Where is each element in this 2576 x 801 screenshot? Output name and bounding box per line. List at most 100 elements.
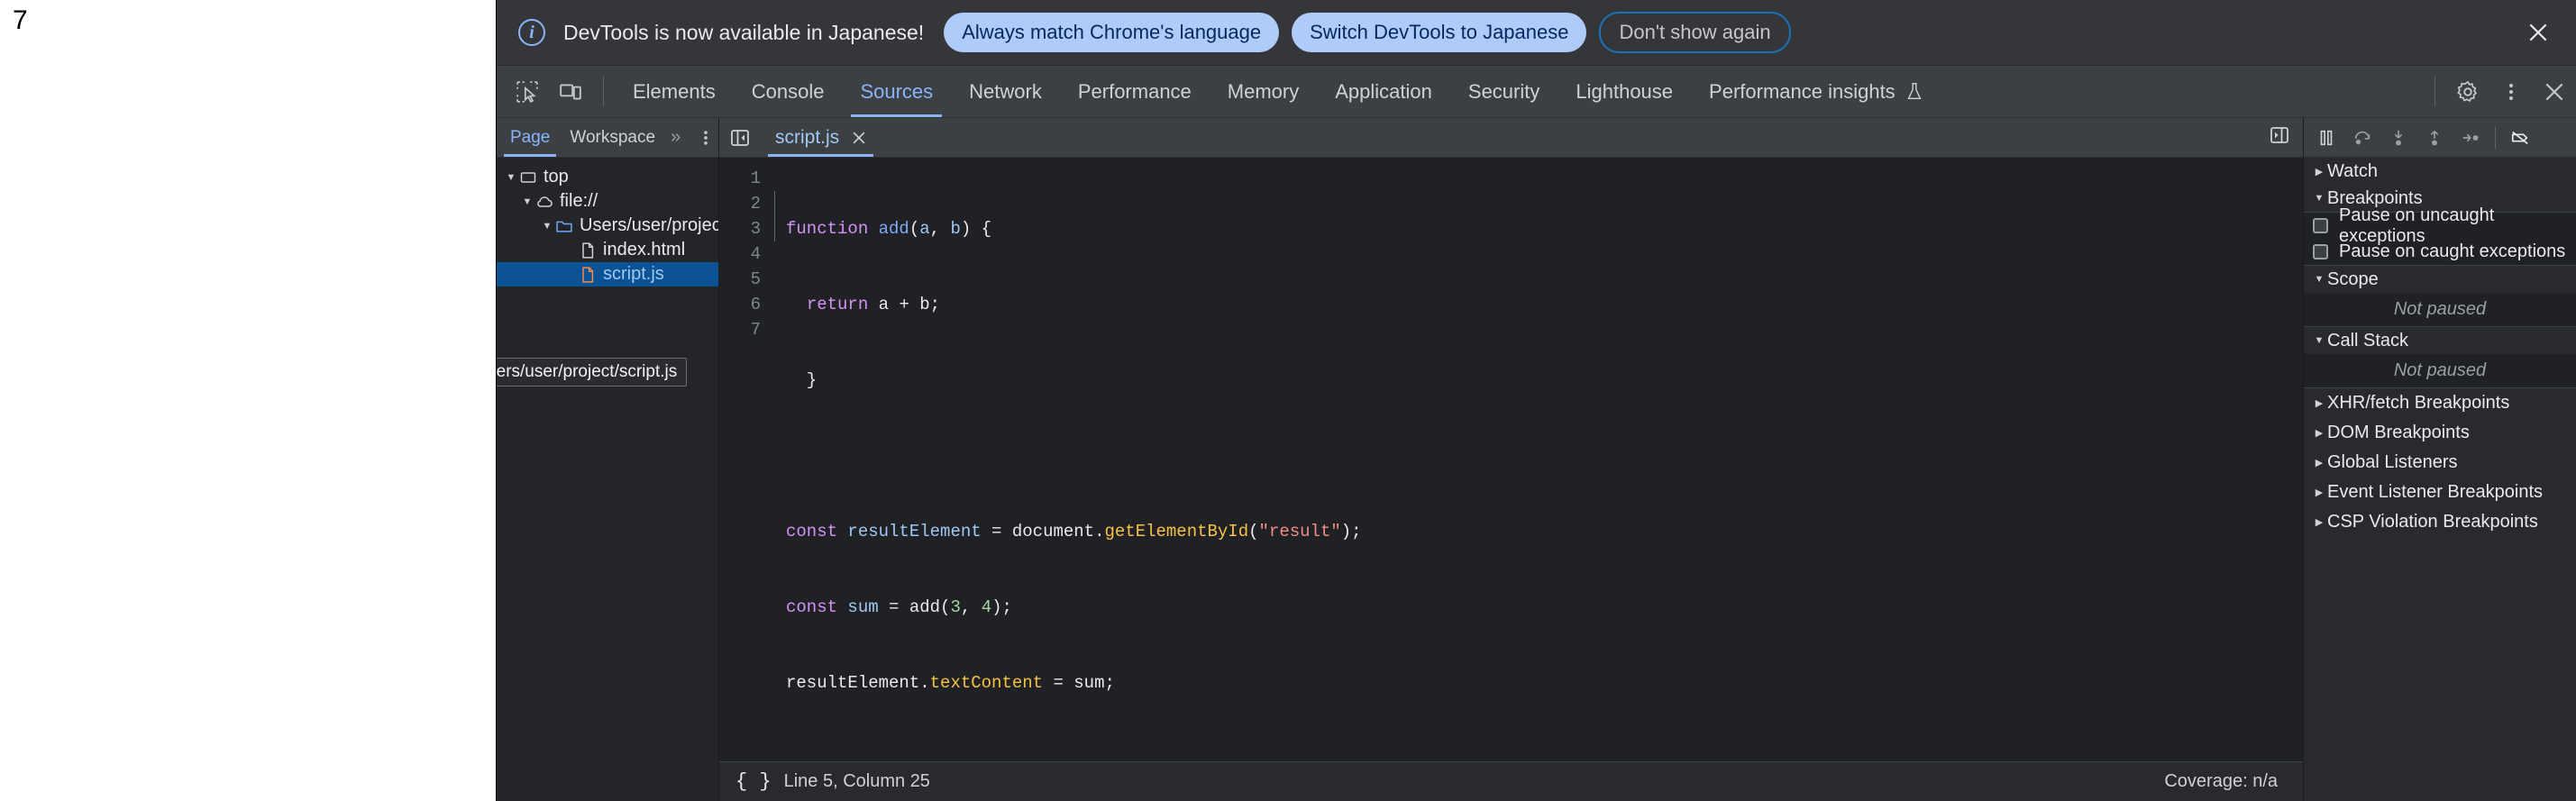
language-notification-bar: i DevTools is now available in Japanese!… xyxy=(497,0,2576,66)
chevron-double-right-icon[interactable]: » xyxy=(665,118,686,157)
chevron-right-icon: ▶ xyxy=(2311,397,2327,409)
section-event-listener-breakpoints[interactable]: ▶ Event Listener Breakpoints xyxy=(2304,478,2576,507)
checkbox-icon[interactable] xyxy=(2313,244,2328,259)
code-line xyxy=(786,443,2303,469)
code-line: } xyxy=(786,368,2303,393)
file-tree: ▼ top ▼ file:// ▼ xyxy=(497,158,718,801)
section-title: CSP Violation Breakpoints xyxy=(2327,512,2538,532)
code-line: const sum = add(3, 4); xyxy=(786,595,2303,620)
step-into-icon[interactable] xyxy=(2381,123,2416,153)
devtools-main-toolbar: Elements Console Sources Network Perform… xyxy=(497,66,2576,118)
section-global-listeners[interactable]: ▶ Global Listeners xyxy=(2304,448,2576,478)
tree-item-script-js[interactable]: script.js xyxy=(497,262,718,287)
pause-on-caught-exceptions-checkbox[interactable]: Pause on caught exceptions xyxy=(2304,239,2576,265)
tree-item-index-html[interactable]: index.html xyxy=(497,238,718,262)
info-circle-icon: i xyxy=(518,19,545,46)
inspect-element-icon[interactable] xyxy=(506,66,549,117)
document-icon xyxy=(578,241,598,259)
section-xhr-fetch-breakpoints[interactable]: ▶ XHR/fetch Breakpoints xyxy=(2304,388,2576,418)
tab-label: Performance xyxy=(1078,80,1192,104)
tab-application[interactable]: Application xyxy=(1317,66,1450,117)
notification-actions: Always match Chrome's language Switch De… xyxy=(944,12,1790,53)
step-out-icon[interactable] xyxy=(2417,123,2452,153)
tab-label: Performance insights xyxy=(1709,80,1895,104)
pause-on-uncaught-exceptions-checkbox[interactable]: Pause on uncaught exceptions xyxy=(2304,213,2576,239)
frame-icon xyxy=(518,168,538,187)
editor-tab-script-js[interactable]: script.js xyxy=(761,118,881,157)
code-content[interactable]: function add(a, b) { return a + b; } con… xyxy=(781,158,2303,761)
section-watch[interactable]: ▶ Watch xyxy=(2304,158,2576,185)
tab-performance[interactable]: Performance xyxy=(1060,66,1210,117)
line-number: 5 xyxy=(719,267,761,292)
nav-tab-workspace[interactable]: Workspace xyxy=(560,118,665,157)
pause-icon[interactable] xyxy=(2309,123,2343,153)
tree-item-label: index.html xyxy=(603,240,685,260)
close-icon[interactable] xyxy=(850,129,868,147)
section-csp-violation-breakpoints[interactable]: ▶ CSP Violation Breakpoints xyxy=(2304,507,2576,537)
code-line: function add(a, b) { xyxy=(786,216,2303,241)
device-toolbar-icon[interactable] xyxy=(549,66,592,117)
section-title: Global Listeners xyxy=(2327,452,2458,473)
nav-tab-label: Page xyxy=(510,128,550,148)
tab-sources[interactable]: Sources xyxy=(842,66,951,117)
tab-memory[interactable]: Memory xyxy=(1210,66,1317,117)
editor-tabbar: script.js xyxy=(719,118,2303,158)
tab-label: Network xyxy=(969,80,1042,104)
section-dom-breakpoints[interactable]: ▶ DOM Breakpoints xyxy=(2304,418,2576,448)
navigator-pane: Page Workspace » ▼ top xyxy=(497,118,719,801)
tab-performance-insights[interactable]: Performance insights xyxy=(1691,66,1942,117)
panel-tabs: Elements Console Sources Network Perform… xyxy=(615,66,1942,117)
editor-tab-label: script.js xyxy=(775,127,839,149)
debugger-divider xyxy=(2495,127,2496,149)
close-icon[interactable] xyxy=(2520,14,2556,50)
expand-caret-icon[interactable]: ▼ xyxy=(504,172,518,183)
chevron-down-icon: ▼ xyxy=(2311,193,2327,204)
code-line: resultElement.textContent = sum; xyxy=(786,670,2303,696)
pretty-print-icon[interactable]: { } xyxy=(735,770,772,793)
dont-show-again-button[interactable]: Don't show again xyxy=(1599,12,1790,53)
step-over-icon[interactable] xyxy=(2345,123,2380,153)
sources-panel: Page Workspace » ▼ top xyxy=(497,118,2576,801)
step-icon[interactable] xyxy=(2453,123,2488,153)
section-title: XHR/fetch Breakpoints xyxy=(2327,393,2509,414)
switch-to-japanese-button[interactable]: Switch DevTools to Japanese xyxy=(1292,13,1586,52)
tab-elements[interactable]: Elements xyxy=(615,66,734,117)
section-title: Scope xyxy=(2327,269,2379,290)
section-title: Call Stack xyxy=(2327,331,2408,351)
expand-caret-icon[interactable]: ▼ xyxy=(520,196,534,207)
section-title: DOM Breakpoints xyxy=(2327,423,2470,443)
tab-label: Sources xyxy=(860,80,933,104)
debugger-controls xyxy=(2304,118,2576,158)
toolbar-right-actions xyxy=(2424,66,2576,117)
nav-tab-label: Workspace xyxy=(570,128,655,148)
gear-icon[interactable] xyxy=(2446,66,2489,117)
tab-label: Security xyxy=(1468,80,1539,104)
tab-console[interactable]: Console xyxy=(734,66,843,117)
always-match-language-button[interactable]: Always match Chrome's language xyxy=(944,13,1279,52)
chevron-down-icon: ▼ xyxy=(2311,335,2327,346)
line-number-gutter: 1 2 3 4 5 6 7 xyxy=(719,158,770,761)
section-call-stack[interactable]: ▼ Call Stack xyxy=(2304,327,2576,354)
panel-collapse-icon[interactable] xyxy=(719,118,761,157)
tab-network[interactable]: Network xyxy=(951,66,1060,117)
expand-caret-icon[interactable]: ▼ xyxy=(540,221,554,232)
breakpoint-off-icon[interactable] xyxy=(2503,123,2537,153)
web-page-content: 7 xyxy=(0,0,496,801)
code-editor[interactable]: 1 2 3 4 5 6 7 function add(a, b) { retur… xyxy=(719,158,2303,761)
result-output: 7 xyxy=(13,7,28,34)
chevron-right-icon: ▶ xyxy=(2311,427,2327,439)
kebab-menu-icon[interactable] xyxy=(2489,66,2533,117)
tree-item-label: top xyxy=(544,167,569,187)
tab-lighthouse[interactable]: Lighthouse xyxy=(1557,66,1691,117)
nav-tab-page[interactable]: Page xyxy=(500,118,560,157)
tree-item-file-protocol[interactable]: ▼ file:// xyxy=(497,189,718,214)
tree-item-project-folder[interactable]: ▼ Users/user/project xyxy=(497,214,718,238)
checkbox-icon[interactable] xyxy=(2313,218,2328,233)
line-number: 3 xyxy=(719,216,761,241)
tab-security[interactable]: Security xyxy=(1450,66,1557,117)
tree-item-top[interactable]: ▼ top xyxy=(497,165,718,189)
close-devtools-icon[interactable] xyxy=(2533,66,2576,117)
folder-icon xyxy=(554,217,574,235)
section-scope[interactable]: ▼ Scope xyxy=(2304,266,2576,293)
panel-expand-icon[interactable] xyxy=(2269,124,2290,150)
